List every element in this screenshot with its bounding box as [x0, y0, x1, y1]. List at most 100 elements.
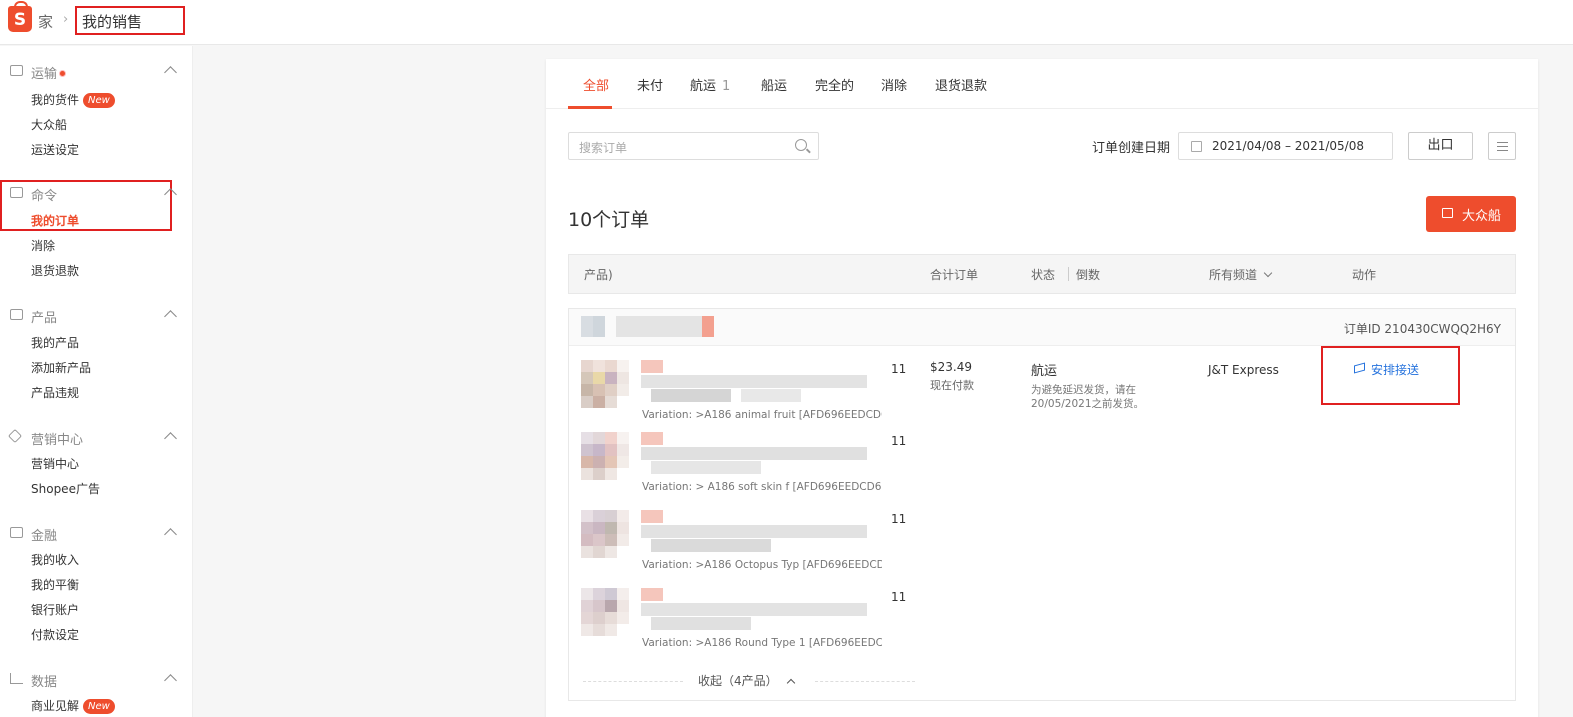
product-variation: Variation: >A186 Octopus Typ [AFD696EEDC… [642, 559, 882, 571]
sidebar-item-my-shipments[interactable]: 我的货件 New [31, 91, 115, 108]
arrange-pickup-link[interactable]: 安排接送 [1354, 361, 1419, 378]
divider [583, 681, 683, 682]
product-name-blurred[interactable] [641, 588, 867, 632]
chart-icon [10, 673, 23, 684]
sidebar-section-title: 产品 [31, 311, 58, 326]
column-total: 合计订单 [930, 268, 979, 282]
collapse-products-toggle[interactable]: 收起（4产品） [583, 672, 915, 692]
tab-return-refund[interactable]: 退货退款 [935, 75, 987, 94]
sidebar-item-bank-accounts[interactable]: 银行账户 [31, 601, 79, 618]
tab-to-ship[interactable]: 航运 1 [690, 75, 730, 94]
sidebar-item-shipping-settings[interactable]: 运送设定 [31, 141, 79, 158]
product-variation: Variation: > A186 soft skin f [AFD696EED… [642, 481, 882, 493]
chevron-up-icon[interactable] [164, 432, 177, 445]
chevron-up-icon[interactable] [164, 66, 177, 79]
sidebar-item-shopee-ads[interactable]: Shopee广告 [31, 480, 100, 497]
top-bar: S 家 › 我的销售 [0, 0, 1573, 45]
bulk-ship-button[interactable]: 大众船 [1426, 196, 1516, 232]
chevron-up-icon[interactable] [164, 310, 177, 323]
sidebar-section-finance[interactable]: 金融 [0, 523, 193, 545]
new-badge: New [83, 699, 115, 714]
sidebar-section-marketing[interactable]: 营销中心 [0, 427, 193, 449]
list-item: Variation: > A186 soft skin f [AFD696EED… [581, 432, 911, 504]
product-quantity: 11 [891, 362, 907, 376]
sidebar-section-title: 运输 [31, 67, 58, 82]
sidebar-item-my-income[interactable]: 我的收入 [31, 551, 79, 568]
sidebar-item-cancellation[interactable]: 消除 [31, 237, 55, 254]
sidebar-item-marketing-centre[interactable]: 营销中心 [31, 455, 79, 472]
breadcrumb-separator: › [63, 12, 69, 27]
sidebar-item-payment-settings[interactable]: 付款设定 [31, 626, 79, 643]
divider [815, 681, 915, 682]
notification-dot [59, 70, 67, 77]
tab-completed[interactable]: 完全的 [815, 75, 854, 94]
bulk-ship-label: 大众船 [1462, 209, 1502, 224]
sidebar-item-my-products[interactable]: 我的产品 [31, 334, 79, 351]
table-header: 产品) 合计订单 状态 倒数 所有频道 动作 [568, 254, 1516, 294]
more-options-button[interactable] [1488, 132, 1516, 160]
date-filter-label: 订单创建日期 [1092, 141, 1171, 156]
sidebar-section-title: 金融 [31, 529, 58, 544]
column-product: 产品) [584, 268, 613, 282]
list-item: Variation: >A186 Octopus Typ [AFD696EEDC… [581, 510, 911, 582]
order-card: 订单ID 210430CWQQ2H6Y Variation: >A186 ani… [568, 308, 1516, 701]
product-thumbnail[interactable] [581, 432, 631, 482]
shopee-logo-icon[interactable]: S [8, 1, 32, 32]
search-placeholder: 搜索订单 [579, 141, 628, 155]
tag-icon [7, 428, 23, 444]
sidebar-item-mass-ship[interactable]: 大众船 [31, 116, 67, 133]
list-item: Variation: >A186 Round Type 1 [AFD696EED… [581, 588, 911, 660]
sidebar-section-title: 营销中心 [31, 433, 84, 448]
sidebar-section-title: 数据 [31, 675, 58, 690]
product-thumbnail[interactable] [581, 360, 631, 410]
export-button[interactable]: 出口 [1408, 132, 1473, 160]
chevron-up-icon[interactable] [164, 188, 177, 201]
tab-cancellation[interactable]: 消除 [881, 75, 907, 94]
product-quantity: 11 [891, 590, 907, 604]
sidebar-item-add-product[interactable]: 添加新产品 [31, 359, 91, 376]
sidebar-section-shipping[interactable]: 运输 [0, 61, 193, 83]
menu-icon [1497, 142, 1508, 143]
breadcrumb-home[interactable]: 家 [38, 11, 53, 32]
column-countdown[interactable]: 倒数 [1076, 266, 1100, 283]
sidebar-item-product-violations[interactable]: 产品违规 [31, 384, 79, 401]
date-range-picker[interactable]: 2021/04/08 – 2021/05/08 [1178, 132, 1393, 160]
printer-icon [1442, 208, 1453, 218]
column-channel-filter[interactable]: 所有频道 [1209, 266, 1273, 283]
search-input[interactable]: 搜索订单 [568, 132, 819, 160]
sidebar-item-returns[interactable]: 退货退款 [31, 262, 79, 279]
product-name-blurred[interactable] [641, 360, 867, 404]
product-name-blurred[interactable] [641, 510, 867, 554]
sidebar: 运输 我的货件 New 大众船 运送设定 命令 我的订单 消除 退货退款 产品 我… [0, 46, 193, 717]
order-status: 航运 [1031, 364, 1058, 379]
sidebar-item-business-insights[interactable]: 商业见解 New [31, 697, 115, 714]
truck-icon [1354, 362, 1365, 374]
chevron-down-icon [1263, 268, 1273, 278]
sidebar-item-my-balance[interactable]: 我的平衡 [31, 576, 79, 593]
sidebar-section-products[interactable]: 产品 [0, 305, 193, 327]
active-tab-indicator [568, 106, 612, 109]
bag-icon [10, 309, 23, 320]
new-badge: New [83, 93, 115, 108]
sidebar-section-data[interactable]: 数据 [0, 669, 193, 691]
chevron-up-icon[interactable] [164, 674, 177, 687]
product-thumbnail[interactable] [581, 588, 631, 638]
product-thumbnail[interactable] [581, 510, 631, 560]
tab-all[interactable]: 全部 [583, 75, 609, 94]
sidebar-item-my-orders[interactable]: 我的订单 [31, 212, 79, 229]
payment-method: 现在付款 [930, 379, 974, 392]
search-icon[interactable] [795, 139, 807, 151]
product-quantity: 11 [891, 434, 907, 448]
column-action: 动作 [1352, 268, 1377, 282]
chevron-up-icon [786, 678, 795, 688]
chevron-up-icon[interactable] [164, 528, 177, 541]
sidebar-section-orders[interactable]: 命令 [0, 183, 193, 205]
product-quantity: 11 [891, 512, 907, 526]
tab-unpaid[interactable]: 未付 [637, 75, 663, 94]
product-variation: Variation: >A186 Round Type 1 [AFD696EED… [642, 637, 882, 649]
order-status-tabs: 全部 未付 航运 1 船运 完全的 消除 退货退款 [546, 59, 1538, 109]
tab-shipping[interactable]: 船运 [761, 75, 787, 94]
order-id[interactable]: 订单ID 210430CWQQ2H6Y [1344, 320, 1501, 337]
breadcrumb-current: 我的销售 [75, 6, 185, 35]
product-name-blurred[interactable] [641, 432, 867, 476]
